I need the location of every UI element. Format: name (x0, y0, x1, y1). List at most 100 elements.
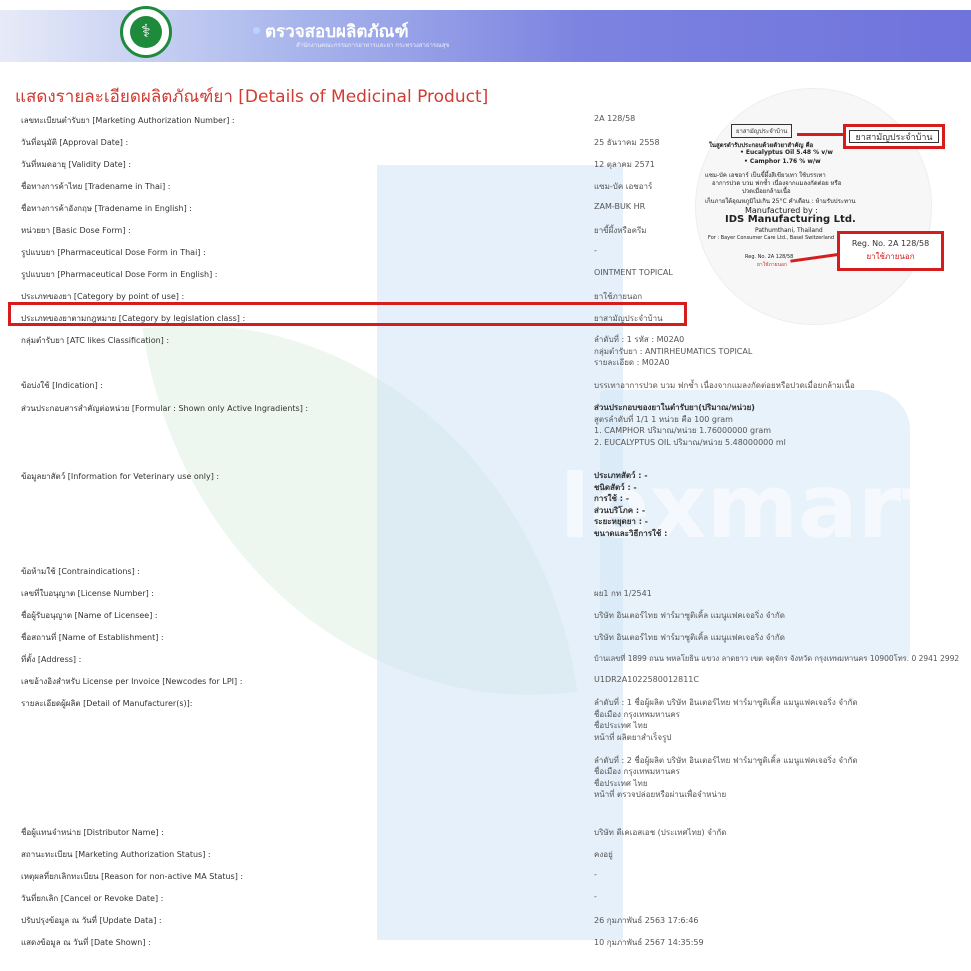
fda-logo[interactable]: ⚕ (120, 6, 172, 58)
field-value: OINTMENT TOPICAL (594, 268, 673, 277)
package-text: ยาใช้ภายนอก (757, 262, 788, 268)
detail-row: เลขอ้างอิงสำหรับ License per Invoice [Ne… (21, 675, 951, 695)
atc-line: กลุ่มตำรับยา : ANTIRHEUMATICS TOPICAL (594, 346, 753, 356)
field-label: สถานะทะเบียน [Marketing Authorization St… (21, 850, 211, 859)
field-label: วันที่หมดอายุ [Validity Date] : (21, 160, 132, 169)
field-label: ส่วนประกอบสารสำคัญต่อหน่วย [Formular : S… (21, 404, 309, 413)
callout-label: ยาใช้ภายนอก (866, 252, 915, 261)
site-header: ⚕ ตรวจสอบผลิตภัณฑ์ สำนักงานคณะกรรมการอาห… (0, 6, 971, 62)
field-value: 26 กุมภาพันธ์ 2563 17:6:46 (594, 916, 699, 925)
atc-line: รายละเอียด : M02A0 (594, 358, 670, 367)
atc-line: ลำดับที่ : 1 รหัส : M02A0 (594, 335, 685, 344)
callout-label: Reg. No. 2A 128/58 (851, 239, 930, 248)
manufacturer-line: ชื่อเมือง กรุงเทพมหานคร (594, 767, 680, 776)
vet-line: ส่วนบริโภค : - (594, 505, 646, 515)
package-text: Reg. No. 2A 128/58 (745, 254, 794, 260)
package-text: • Eucalyptus Oil 5.48 % v/w (740, 149, 833, 156)
manufacturer-line: ชื่อประเทศ ไทย (594, 778, 648, 788)
veterinary-values: ประเภทสัตว์ : - ชนิดสัตว์ : - การใช้ : -… (594, 470, 667, 539)
detail-row: ชื่อสถานที่ [Name of Establishment] : บริ… (21, 631, 951, 651)
detail-row: ชื่อผู้แทนจำหน่าย [Distributor Name] : บร… (21, 826, 951, 846)
vet-line: ชนิดสัตว์ : - (594, 482, 637, 492)
field-value: ผย1 กท 1/2541 (594, 589, 652, 598)
field-label: เลขที่ใบอนุญาต [License Number] : (21, 589, 155, 598)
field-value: 12 ตุลาคม 2571 (594, 160, 655, 169)
vet-line: ระยะหยุดยา : - (594, 517, 649, 526)
detail-row: สถานะทะเบียน [Marketing Authorization St… (21, 848, 951, 868)
field-label: ข้อห้ามใช้ [Contraindications] : (21, 567, 140, 576)
veterinary-row: ข้อมูลยาสัตว์ [Information for Veterinar… (21, 470, 951, 542)
atc-values: ลำดับที่ : 1 รหัส : M02A0 กลุ่มตำรับยา :… (594, 334, 752, 369)
indication-row: ข้อบ่งใช้ [Indication] : บรรเทาอาการปวด บ… (21, 379, 951, 399)
field-value: คงอยู่ (594, 850, 613, 859)
package-text: For : Bayer Consumer Care Ltd., Basel Sw… (708, 235, 835, 241)
formula-title: ส่วนประกอบของยาในตำรับยา(ปริมาณ/หน่วย) (594, 403, 755, 412)
formula-line: 1. CAMPHOR ปริมาณ/หน่วย 1.76000000 gram (594, 426, 772, 435)
vet-line: ขนาดและวิธีการใช้ : (594, 528, 668, 538)
manufacturer-values: ลำดับที่ : 1 ชื่อผู้ผลิต บริษัท อินเตอร์… (594, 697, 858, 801)
formula-line: สูตรลำดับที่ 1/1 1 หน่วย คือ 100 gram (594, 414, 733, 424)
field-value: - (594, 892, 597, 901)
manufacturer-line: ชื่อประเทศ ไทย (594, 721, 648, 730)
field-label: ที่ตั้ง [Address] : (21, 655, 82, 664)
field-label: เหตุผลที่ยกเลิกทะเบียน [Reason for non-a… (21, 872, 244, 881)
package-text: IDS Manufacturing Ltd. (725, 214, 856, 225)
field-label: ชื่อทางการค้าอังกฤษ [Tradename in Englis… (21, 204, 192, 213)
field-value: บ้านเลขที่ 1899 ถนน พหลโยธิน แขวง ลาดยาว… (594, 654, 960, 663)
package-text: Pathumthani, Thailand (755, 227, 823, 234)
atc-row: กลุ่มตำรับยา [ATC likes Classification] … (21, 334, 951, 374)
field-label: หน่วยยา [Basic Dose Form] : (21, 226, 131, 235)
detail-row: เลขที่ใบอนุญาต [License Number] : ผย1 กท … (21, 587, 951, 607)
field-value: - (594, 870, 597, 879)
field-label: วันที่อนุมัติ [Approval Date] : (21, 138, 129, 147)
field-label: ข้อมูลยาสัตว์ [Information for Veterinar… (21, 472, 220, 481)
caduceus-icon: ⚕ (130, 16, 162, 48)
field-label: รูปแบบยา [Pharmaceutical Dose Form in En… (21, 270, 218, 279)
field-label: ชื่อผู้รับอนุญาต [Name of Licensee] : (21, 611, 158, 620)
page-title: แสดงรายละเอียดผลิตภัณฑ์ยา [Details of Me… (15, 87, 489, 107)
contraindications-row: ข้อห้ามใช้ [Contraindications] : (21, 565, 951, 585)
manufacturer-row: รายละเอียดผู้ผลิต [Detail of Manufacture… (21, 697, 951, 807)
manufacturer-line: หน้าที่ ตรวจปล่อยหรือผ่านเพื่อจำหน่าย (594, 790, 727, 799)
field-value: บริษัท อินเตอร์ไทย ฟาร์มาซูติเคิ้ล แมนูแ… (594, 633, 785, 642)
callout-label: ยาสามัญประจำบ้าน (849, 130, 939, 143)
field-label: เลขทะเบียนตำรับยา [Marketing Authorizati… (21, 116, 235, 125)
field-value: บรรเทาอาการปวด บวม ฟกช้ำ เนื่องจากแมลงกั… (594, 381, 855, 390)
package-text: ปวดเมื่อยกล้ามเนื้อ (742, 188, 791, 195)
field-label: รูปแบบยา [Pharmaceutical Dose Form in Th… (21, 248, 206, 257)
field-value: บริษัท อินเตอร์ไทย ฟาร์มาซูติเคิ้ล แมนูแ… (594, 611, 785, 620)
field-label: เลขอ้างอิงสำหรับ License per Invoice [Ne… (21, 677, 243, 686)
bullet-icon (253, 27, 260, 34)
callout-line (797, 133, 843, 136)
manufacturer-line: ชื่อเมือง กรุงเทพมหานคร (594, 709, 680, 719)
manufacturer-line: ลำดับที่ : 2 ชื่อผู้ผลิต บริษัท อินเตอร์… (594, 755, 858, 765)
manufacturer-line: ลำดับที่ : 1 ชื่อผู้ผลิต บริษัท อินเตอร์… (594, 698, 858, 707)
detail-row: ชื่อผู้รับอนุญาต [Name of Licensee] : บริ… (21, 609, 951, 629)
field-value: 2A 128/58 (594, 114, 636, 123)
field-label: วันที่ยกเลิก [Cancel or Revoke Date] : (21, 894, 164, 903)
field-label: ชื่อสถานที่ [Name of Establishment] : (21, 633, 164, 642)
package-text: • Camphor 1.76 % w/w (744, 158, 821, 165)
formula-values: ส่วนประกอบของยาในตำรับยา(ปริมาณ/หน่วย) ส… (594, 402, 786, 448)
formula-row: ส่วนประกอบสารสำคัญต่อหน่วย [Formular : S… (21, 402, 951, 452)
detail-row: เหตุผลที่ยกเลิกทะเบียน [Reason for non-a… (21, 870, 951, 890)
detail-row: ปรับปรุงข้อมูล ณ วันที่ [Update Data] : 2… (21, 914, 951, 934)
field-value: - (594, 246, 597, 255)
detail-row: แสดงข้อมูล ณ วันที่ [Date Shown] : 10 กุม… (21, 936, 951, 956)
formula-line: 2. EUCALYPTUS OIL ปริมาณ/หน่วย 5.4800000… (594, 437, 786, 447)
field-label: กลุ่มตำรับยา [ATC likes Classification] … (21, 336, 170, 345)
callout-reg-number: Reg. No. 2A 128/58 ยาใช้ภายนอก (837, 231, 944, 271)
header-subtitle: สำนักงานคณะกรรมการอาหารและยา กระทรวงสาธา… (296, 42, 450, 49)
field-label: รายละเอียดผู้ผลิต [Detail of Manufacture… (21, 699, 193, 708)
field-label: ปรับปรุงข้อมูล ณ วันที่ [Update Data] : (21, 916, 162, 925)
field-label: ข้อบ่งใช้ [Indication] : (21, 381, 103, 390)
package-text: เก็บภายใต้อุณหภูมิไม่เกิน 25°C คำเตือน :… (705, 198, 856, 205)
field-value: 25 ธันวาคม 2558 (594, 138, 660, 147)
highlight-box (8, 302, 687, 326)
field-value: 10 กุมภาพันธ์ 2567 14:35:59 (594, 938, 704, 947)
field-value: ยาขี้ผึ้งหรือครีม (594, 226, 647, 235)
callout-household-remedy: ยาสามัญประจำบ้าน (843, 124, 945, 149)
field-label: ชื่อผู้แทนจำหน่าย [Distributor Name] : (21, 828, 164, 837)
field-value: แซม-บัค เอชอาร์ (594, 182, 653, 191)
